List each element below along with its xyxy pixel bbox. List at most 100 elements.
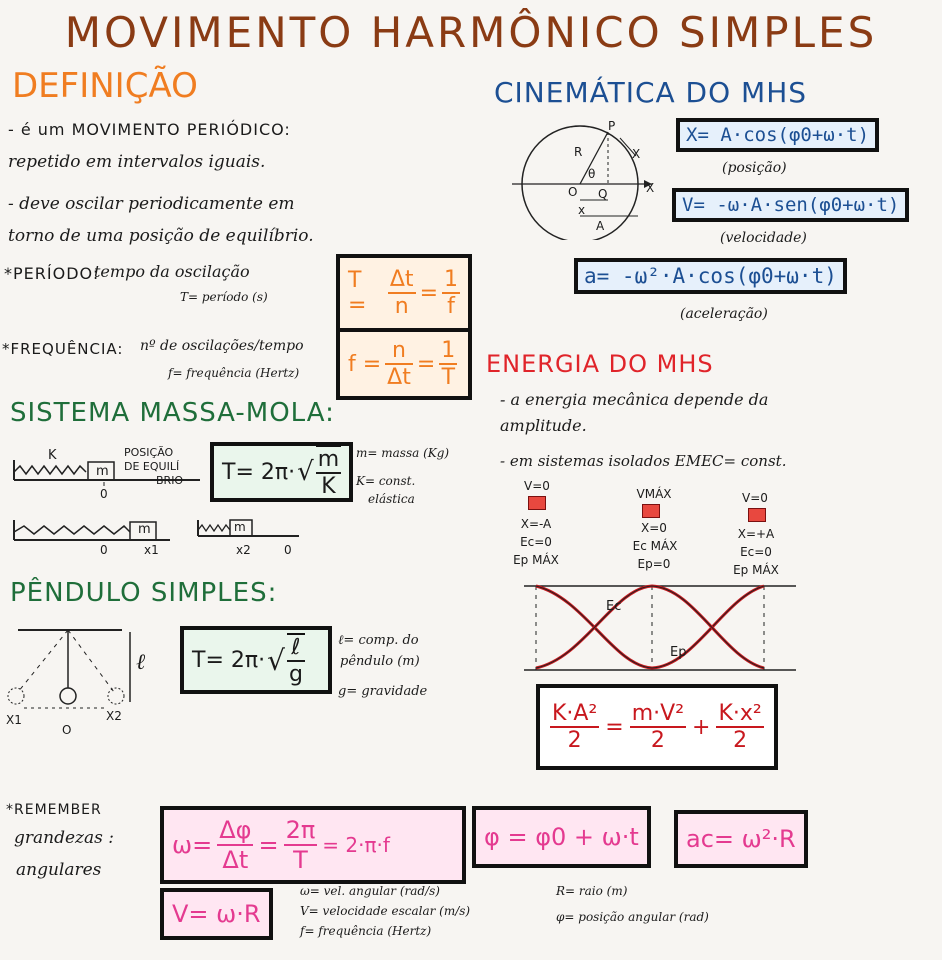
massa-mola-heading: SISTEMA MASSA-MOLA: (10, 398, 335, 428)
grandezas-label1: grandezas : (14, 828, 114, 848)
energia-formula-box: K·A² 2 = m·V² 2 + K·x² 2 (536, 684, 778, 770)
cin-X-arrow: X (632, 147, 641, 161)
spring-zero1: 0 (100, 487, 108, 501)
en-t1n: K·A² (550, 701, 600, 728)
freq-frac2: 1T (439, 338, 458, 390)
omega-pre: ω= (172, 831, 213, 859)
spring-zero3: 0 (284, 543, 292, 557)
cin-Q: Q (598, 187, 608, 201)
pend-frac: ℓg (286, 633, 305, 687)
state1-l1: X=-A (520, 517, 552, 531)
periodo-desc: tempo da oscilação (94, 262, 250, 281)
energia-line1: - a energia mecânica depende da (500, 390, 769, 409)
legend-f: f= frequência (Hertz) (300, 924, 432, 938)
pendulo-X1: X1 (6, 713, 22, 727)
en-t1d: 2 (567, 728, 582, 753)
posicao-label: (posição) (722, 160, 787, 176)
state3-l1: X=+A (737, 527, 775, 541)
state3-l2: Ec=0 (740, 545, 772, 559)
energy-graph (524, 584, 796, 671)
state2-l3: Ep=0 (637, 557, 671, 571)
state1-l2: Ec=0 (520, 535, 552, 549)
omega-tail: = 2·π·f (322, 833, 390, 857)
spring-diagram (13, 460, 200, 541)
freq-sub: f= frequência (Hertz) (168, 366, 300, 380)
periodo-T: T = (348, 268, 367, 318)
grandezas-label2: angulares (16, 860, 102, 880)
periodo-num: Δt (387, 267, 416, 294)
spring-pos-eq1: POSIÇÃO (124, 446, 174, 459)
periodo-sub: T= período (s) (180, 290, 268, 304)
pend-den: g (288, 662, 303, 687)
spring-pos-eq3: BRIO (156, 474, 184, 487)
massa-mola-formula-box: T= 2π· √ mK (210, 442, 354, 502)
state2-mass (642, 504, 660, 518)
pend-formula-pre: T= 2π· (192, 647, 266, 673)
legend-omega: ω= vel. angular (rad/s) (300, 884, 440, 898)
definicao-line1: - é um MOVIMENTO PERIÓDICO: (8, 120, 291, 139)
mm-formula-pre: T= 2π· (222, 459, 296, 485)
omega-n1: Δφ (217, 816, 254, 846)
en-t2d: 2 (650, 728, 665, 753)
omega-d1: Δt (222, 846, 249, 874)
energy-Ec-label: Ec (606, 599, 622, 614)
pendulo-formula-box: T= 2π· √ ℓg (180, 626, 332, 694)
en-frac1: K·A² 2 (550, 701, 600, 753)
mm-sqrt-icon: √ (297, 457, 314, 487)
mm-frac: mK (315, 445, 342, 499)
mm-den: K (321, 474, 336, 499)
circle-diagram (512, 125, 652, 240)
omega-frac1: Δφ Δt (217, 816, 254, 874)
freq-num: n (385, 338, 413, 365)
pend-num: ℓ (286, 635, 305, 662)
mm-num: m (315, 447, 342, 474)
cin-R: R (574, 145, 583, 159)
freq-den: Δt (387, 365, 411, 390)
state3-top: V=0 (742, 491, 768, 505)
en-eq: = (605, 714, 624, 740)
freq-formula-box: f = n Δt = 1T (336, 328, 472, 400)
pendulo-heading: PÊNDULO SIMPLES: (10, 578, 278, 608)
omega-eq: = (258, 831, 279, 859)
pendulo-l: ℓ (136, 650, 146, 675)
periodo-formula-box: T = Δt n = 1f (336, 254, 472, 332)
omega-d2: T (293, 846, 308, 874)
en-frac3: K·x² 2 (716, 701, 764, 753)
state2-l1: X=0 (641, 521, 667, 535)
definicao-heading: DEFINIÇÃO (12, 66, 198, 106)
spring-x1: x1 (144, 543, 159, 557)
pend-l-desc2: pêndulo (m) (340, 654, 420, 669)
state1-top: V=0 (524, 479, 550, 493)
freq-num2: 1 (439, 338, 458, 365)
cinematica-heading: CINEMÁTICA DO MHS (494, 76, 808, 109)
legend-v: V= velocidade escalar (m/s) (300, 904, 471, 918)
omega-formula-box: ω= Δφ Δt = 2π T = 2·π·f (160, 806, 466, 884)
periodo-eq: = (419, 280, 438, 306)
ac-formula-box: ac= ω²·R (674, 810, 808, 868)
freq-desc: nº de oscilações/tempo (140, 338, 304, 354)
mm-m-desc: m= massa (Kg) (356, 446, 450, 460)
mm-k-desc1: K= const. (356, 474, 416, 488)
cin-x: x (578, 203, 586, 217)
freq-den2: T (441, 365, 456, 390)
spring-K: K (48, 448, 58, 463)
omega-frac2: 2π T (283, 816, 318, 874)
en-t2n: m·V² (629, 701, 687, 728)
freq-frac1: n Δt (385, 338, 413, 390)
aceleracao-formula-box: a= -ω²·A·cos(φ0+ω·t) (574, 258, 847, 294)
state1-mass (528, 496, 546, 510)
state2-l2: Ec MÁX (632, 539, 678, 553)
definicao-line3: - deve oscilar periodicamente em (8, 194, 295, 214)
en-plus: + (692, 714, 711, 740)
definicao-line2: repetido em intervalos iguais. (8, 152, 266, 172)
energia-heading: ENERGIA DO MHS (486, 350, 714, 378)
cin-theta: θ (588, 167, 596, 181)
mm-k-desc2: elástica (368, 492, 415, 506)
omega-n2: 2π (283, 816, 318, 846)
pendulo-O: O (62, 723, 72, 737)
en-frac2: m·V² 2 (629, 701, 687, 753)
posicao-formula-box: X= A·cos(φ0+ω·t) (676, 118, 880, 152)
cin-X-axis: X (646, 181, 655, 195)
spring-zero2: 0 (100, 543, 108, 557)
v-formula-box: V= ω·R (160, 888, 273, 940)
